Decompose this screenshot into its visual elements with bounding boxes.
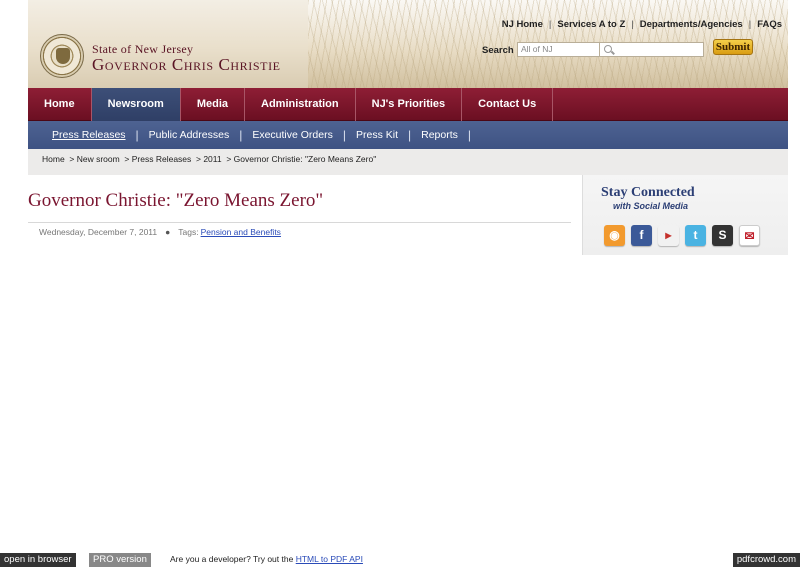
nav-contact-us[interactable]: Contact Us bbox=[462, 88, 554, 121]
developer-text: Are you a developer? Try out the bbox=[170, 554, 294, 564]
youtube-icon[interactable]: ▶ bbox=[658, 225, 679, 246]
developer-promo: Are you a developer? Try out the HTML to… bbox=[170, 554, 363, 564]
nav-media[interactable]: Media bbox=[181, 88, 245, 121]
nj-home-link[interactable]: NJ Home bbox=[496, 19, 549, 30]
main-nav: Home Newsroom Media Administration NJ's … bbox=[28, 88, 788, 121]
search-icon-handle bbox=[611, 50, 615, 55]
article-area bbox=[28, 175, 573, 255]
meta-bullet: ● bbox=[165, 227, 171, 237]
social-icons: ◉ f ▶ t S ✉ bbox=[604, 225, 760, 246]
rss-icon[interactable]: ◉ bbox=[604, 225, 625, 246]
submit-button[interactable]: Submit bbox=[713, 39, 753, 55]
subnav-executive-orders[interactable]: Executive Orders bbox=[242, 129, 343, 141]
pro-version-button[interactable]: PRO version bbox=[89, 553, 151, 567]
search-label: Search bbox=[482, 45, 514, 56]
title-divider bbox=[28, 222, 571, 223]
utility-links: NJ Home | Services A to Z | Departments/… bbox=[496, 19, 788, 30]
nav-newsroom[interactable]: Newsroom bbox=[91, 88, 181, 121]
nav-administration[interactable]: Administration bbox=[245, 88, 356, 121]
subnav-public-addresses[interactable]: Public Addresses bbox=[139, 129, 240, 141]
faqs-link[interactable]: FAQs bbox=[751, 19, 788, 30]
pdfcrowd-footer: open in browser PRO version Are you a de… bbox=[0, 553, 800, 567]
sub-nav: Press Releases | Public Addresses | Exec… bbox=[28, 121, 788, 149]
subnav-press-kit[interactable]: Press Kit bbox=[346, 129, 408, 141]
departments-agencies-link[interactable]: Departments/Agencies bbox=[634, 19, 749, 30]
nav-nj-priorities[interactable]: NJ's Priorities bbox=[356, 88, 463, 121]
open-in-browser-button[interactable]: open in browser bbox=[0, 553, 76, 567]
tag-link-pension-benefits[interactable]: Pension and Benefits bbox=[201, 227, 281, 237]
twitter-icon[interactable]: t bbox=[685, 225, 706, 246]
facebook-icon[interactable]: f bbox=[631, 225, 652, 246]
page-title: Governor Christie: "Zero Means Zero" bbox=[28, 190, 324, 211]
stay-connected-title: Stay Connected bbox=[601, 185, 695, 200]
subnav-reports[interactable]: Reports bbox=[411, 129, 468, 141]
seal-shield-icon bbox=[56, 48, 70, 64]
search-input[interactable] bbox=[599, 42, 704, 57]
services-a-to-z-link[interactable]: Services A to Z bbox=[551, 19, 631, 30]
article-date: Wednesday, December 7, 2011 bbox=[39, 227, 158, 237]
html-to-pdf-api-link[interactable]: HTML to PDF API bbox=[296, 554, 363, 564]
tags-label: Tags: bbox=[178, 227, 199, 237]
breadcrumb[interactable]: Home > New sroom > Press Releases > 2011… bbox=[28, 149, 788, 175]
stay-connected-subtitle: with Social Media bbox=[613, 201, 689, 211]
email-icon[interactable]: ✉ bbox=[739, 225, 760, 246]
nav-home[interactable]: Home bbox=[28, 88, 92, 121]
search-scope-select[interactable]: All of NJ bbox=[517, 42, 609, 57]
scribd-icon[interactable]: S bbox=[712, 225, 733, 246]
separator: | bbox=[467, 128, 472, 142]
pdfcrowd-brand[interactable]: pdfcrowd.com bbox=[732, 553, 800, 567]
brand-governor-line[interactable]: Governor Chris Christie bbox=[92, 55, 281, 75]
article-meta: Wednesday, December 7, 2011 ● Tags: Pens… bbox=[39, 227, 281, 237]
nj-seal-logo[interactable] bbox=[40, 34, 84, 78]
subnav-press-releases[interactable]: Press Releases bbox=[42, 129, 136, 141]
